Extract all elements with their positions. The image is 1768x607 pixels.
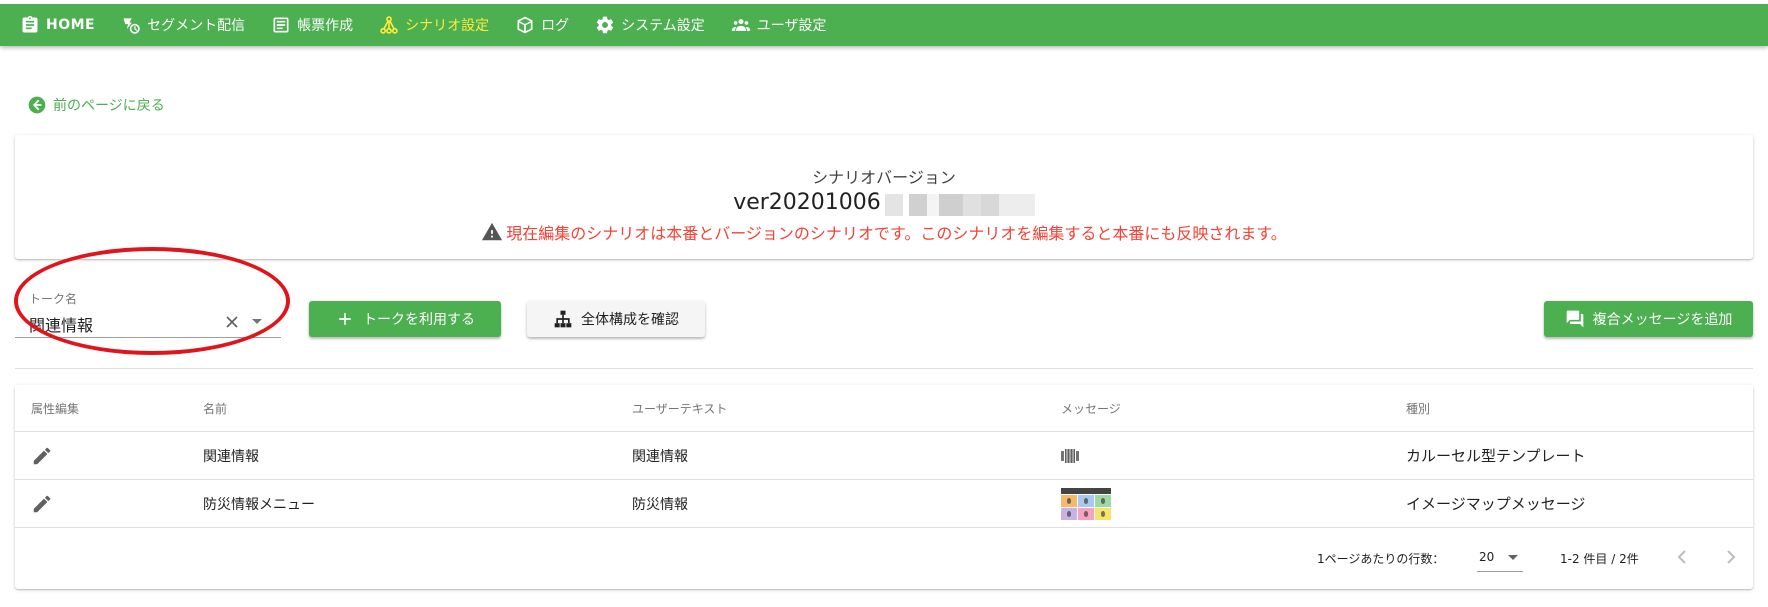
talk-toolbar: トーク名 関連情報 トークを利用する 全体構成を確認 複合メッセージを追加	[15, 282, 1753, 342]
nav-label: シナリオ設定	[405, 18, 490, 34]
chevron-left-icon[interactable]	[1670, 545, 1694, 569]
header-name[interactable]: 名前	[203, 385, 227, 431]
nav-users[interactable]: ユーザ設定	[731, 4, 827, 46]
talk-name-value[interactable]: 関連情報	[29, 312, 93, 336]
nav-label: セグメント配信	[147, 18, 246, 34]
cube-icon	[517, 16, 533, 34]
row-name: 防災情報メニュー	[203, 496, 315, 513]
back-link[interactable]: 前のページに戻る	[27, 95, 165, 115]
chat-icon	[1566, 310, 1583, 328]
row-user-text: 防災情報	[632, 496, 688, 513]
form-icon	[273, 17, 289, 33]
nav-label: 帳票作成	[297, 18, 354, 34]
row-type: イメージマップメッセージ	[1406, 495, 1586, 513]
message-cell	[1061, 480, 1111, 527]
version-value: ver20201006	[733, 190, 881, 215]
check-structure-button-label: 全体構成を確認	[581, 312, 679, 328]
nav-label: システム設定	[621, 18, 705, 34]
add-composite-message-button-label: 複合メッセージを追加	[1592, 312, 1733, 328]
header-type[interactable]: 種別	[1406, 385, 1430, 431]
use-talk-button[interactable]: トークを利用する	[309, 301, 501, 337]
app-bar: HOME セグメント配信 帳票作成 シナリオ設定 ログ システム設定 ユーザ設定	[0, 4, 1768, 46]
nav-label: HOME	[46, 17, 96, 33]
nav-label: ログ	[541, 18, 570, 34]
edit-cell	[31, 432, 53, 479]
nav-label: ユーザ設定	[756, 18, 827, 34]
plus-icon	[339, 313, 351, 325]
table-row[interactable]: 関連情報 関連情報 カルーセル型テンプレート	[15, 432, 1753, 480]
gear-icon	[596, 16, 614, 34]
pencil-icon[interactable]	[31, 493, 53, 515]
check-structure-button[interactable]: 全体構成を確認	[527, 301, 705, 337]
edit-cell	[31, 480, 53, 527]
row-user-text: 関連情報	[632, 448, 688, 465]
warning-message: 現在編集のシナリオは本番とバージョンのシナリオです。このシナリオを編集すると本番…	[15, 220, 1753, 244]
table-pagination: 1ページあたりの行数： 20 1-2 件目 / 2件	[15, 528, 1753, 585]
version-label: シナリオバージョン	[812, 168, 956, 187]
chevron-right-icon[interactable]	[1719, 545, 1743, 569]
divider	[15, 368, 1753, 369]
pencil-icon[interactable]	[31, 445, 53, 467]
rows-per-page-label: 1ページあたりの行数：	[1317, 552, 1445, 566]
imagemap-thumbnail	[1061, 487, 1111, 520]
nav-scenario[interactable]: シナリオ設定	[379, 4, 489, 46]
arrow-back-circle-icon	[28, 96, 46, 114]
rows-per-page-value: 20	[1479, 550, 1495, 564]
talk-table: 属性編集 名前 ユーザーテキスト メッセージ 種別 関連情報 関連情報 カルーセ…	[15, 385, 1753, 589]
warning-text: 現在編集のシナリオは本番とバージョンのシナリオです。このシナリオを編集すると本番…	[506, 223, 1287, 243]
segment-send-icon	[123, 18, 140, 34]
nav-log[interactable]: ログ	[515, 4, 569, 46]
rows-per-page-select[interactable]: 20	[1477, 542, 1523, 572]
talk-name-select[interactable]: トーク名 関連情報	[15, 282, 281, 338]
nav-home[interactable]: HOME	[20, 4, 95, 46]
header-user-text[interactable]: ユーザーテキスト	[632, 385, 727, 431]
redacted-block	[884, 193, 1035, 216]
nav-system[interactable]: システム設定	[595, 4, 705, 46]
message-cell	[1061, 432, 1079, 479]
chevron-down-icon[interactable]	[252, 319, 262, 324]
clear-icon[interactable]	[222, 312, 242, 332]
header-edit: 属性編集	[31, 401, 80, 416]
talk-name-label: トーク名	[29, 292, 78, 306]
chevron-down-icon	[1508, 555, 1518, 560]
page-range: 1-2 件目 / 2件	[1560, 552, 1639, 566]
row-type: カルーセル型テンプレート	[1406, 447, 1586, 465]
add-composite-message-button[interactable]: 複合メッセージを追加	[1544, 301, 1753, 337]
carousel-icon	[1061, 448, 1079, 463]
back-link-label: 前のページに戻る	[53, 98, 165, 114]
sitemap-icon	[554, 310, 572, 328]
header-message: メッセージ	[1061, 401, 1121, 416]
table-row[interactable]: 防災情報メニュー 防災情報 イメージマップメッセージ	[15, 480, 1753, 528]
scenario-icon	[380, 16, 398, 34]
use-talk-button-label: トークを利用する	[363, 312, 475, 328]
row-name: 関連情報	[203, 448, 259, 465]
warning-icon	[482, 222, 503, 240]
table-header: 属性編集 名前 ユーザーテキスト メッセージ 種別	[15, 385, 1753, 432]
nav-segment[interactable]: セグメント配信	[121, 4, 245, 46]
clipboard-icon	[22, 15, 38, 33]
users-icon	[731, 19, 750, 31]
nav-form[interactable]: 帳票作成	[271, 4, 353, 46]
scenario-version-card: シナリオバージョン ver20201006 現在編集のシナリオは本番とバージョン…	[15, 135, 1753, 259]
